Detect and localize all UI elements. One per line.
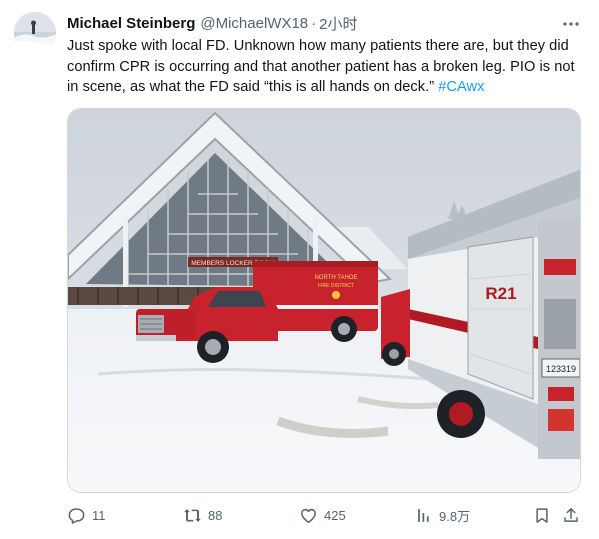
- ambulance-text-line1: NORTH TAHOE: [314, 275, 357, 281]
- views-count: 9.8万: [439, 508, 471, 524]
- like-count: 425: [324, 507, 346, 523]
- bookmark-button[interactable]: [533, 504, 551, 526]
- tweet-actions: 11 88 425 9.8万: [67, 504, 583, 526]
- repost-button[interactable]: 88: [183, 504, 222, 526]
- hashtag-link[interactable]: #CAwx: [438, 79, 484, 95]
- avatar[interactable]: [14, 12, 56, 54]
- tweet-photo[interactable]: MEMBERS LOCKER ROOM NORTH TAHOE FIRE DIS…: [67, 108, 581, 493]
- user-handle[interactable]: @MichaelWX18: [200, 15, 308, 32]
- reply-icon: [68, 507, 85, 524]
- tweet-body: Just spoke with local FD. Unknown how ma…: [67, 38, 575, 95]
- tweet-header: Michael Steinberg @MichaelWX18 · 2小时: [67, 13, 357, 33]
- heart-icon: [301, 508, 316, 523]
- ambulance-text-line2: FIRE DISTRICT: [318, 283, 354, 289]
- reply-count: 11: [92, 507, 106, 523]
- bookmark-icon: [536, 507, 548, 523]
- repost-count: 88: [208, 507, 223, 523]
- views-chart-icon: [418, 508, 429, 522]
- more-dots-icon: [563, 22, 579, 26]
- separator-dot: ·: [311, 14, 317, 32]
- tweet-text: Just spoke with local FD. Unknown how ma…: [67, 36, 587, 98]
- share-icon: [564, 507, 578, 522]
- more-button[interactable]: [560, 14, 582, 34]
- truck-unit-label: R21: [485, 284, 516, 303]
- retweet-icon: [184, 508, 201, 522]
- like-button[interactable]: 425: [299, 504, 346, 526]
- tweet-card[interactable]: Michael Steinberg @MichaelWX18 · 2小时 Jus…: [0, 0, 599, 539]
- truck-plate: 123319: [546, 364, 576, 374]
- reply-button[interactable]: 11: [67, 504, 106, 526]
- timestamp[interactable]: 2小时: [319, 13, 357, 34]
- share-button[interactable]: [562, 504, 580, 526]
- display-name[interactable]: Michael Steinberg: [67, 15, 195, 32]
- views-button[interactable]: 9.8万: [416, 504, 470, 526]
